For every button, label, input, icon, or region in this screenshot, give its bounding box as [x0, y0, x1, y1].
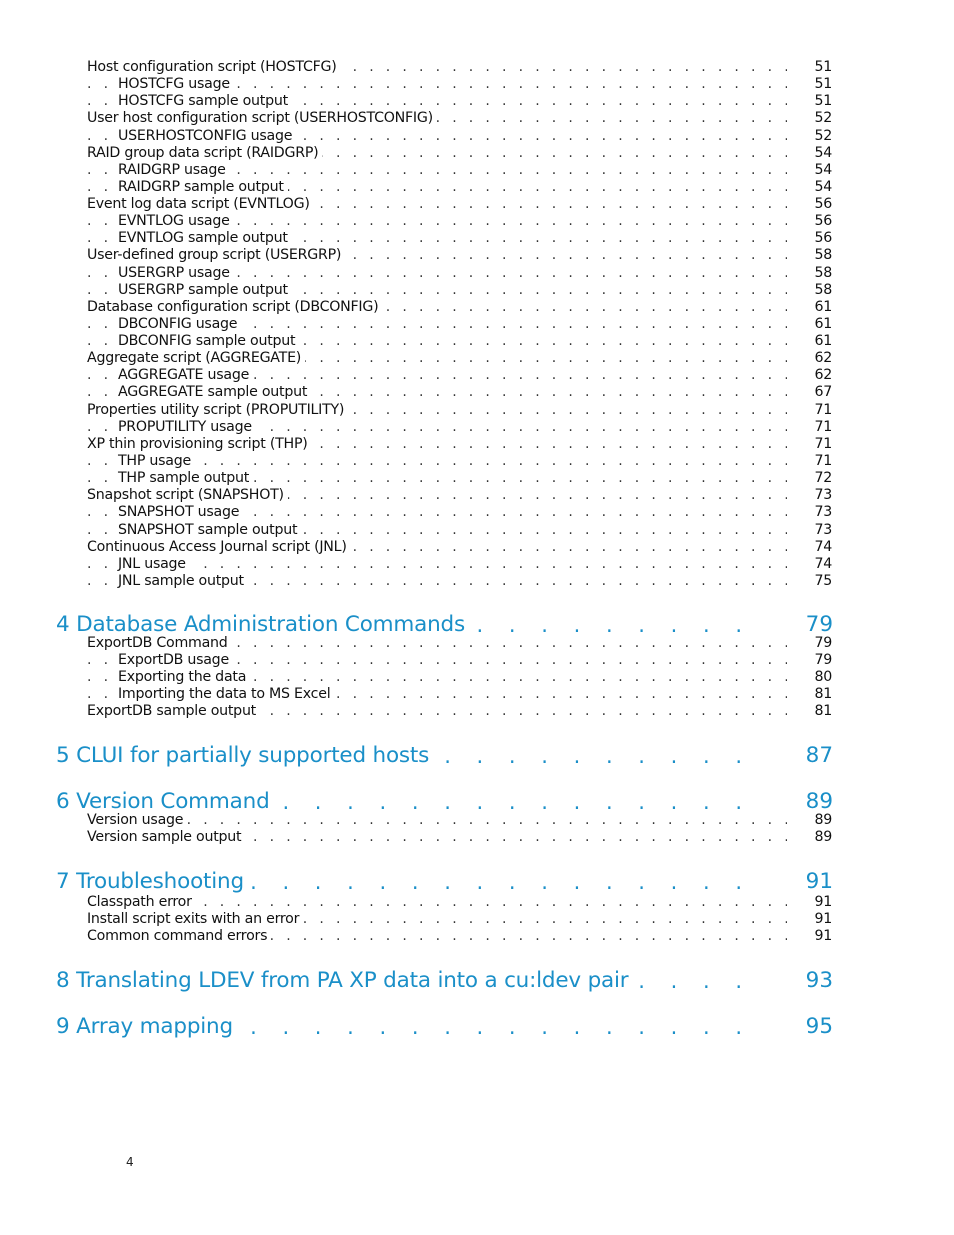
toc-entry-title[interactable]: Install script exits with an error — [87, 911, 304, 928]
toc-entry-page[interactable]: 80 — [792, 669, 832, 686]
toc-entry-title[interactable]: XP thin provisioning script (THP) — [87, 435, 312, 453]
toc-entry-title[interactable]: SNAPSHOT sample output — [118, 521, 302, 539]
toc-entry-page[interactable]: 54 — [792, 145, 832, 162]
toc-entry-page[interactable]: 91 — [792, 894, 832, 911]
toc-entry-title[interactable]: 7 Troubleshooting — [56, 869, 248, 895]
toc-entry-page[interactable]: 67 — [792, 384, 832, 401]
toc-entry-page[interactable]: 71 — [792, 436, 832, 453]
toc-entry-title[interactable]: Importing the data to MS Excel — [118, 686, 335, 703]
toc-entry-page[interactable]: 54 — [792, 179, 832, 196]
toc-entry-title[interactable]: Aggregate script (AGGREGATE) — [87, 350, 306, 368]
toc-entry-page[interactable]: 61 — [792, 316, 832, 333]
toc-entry-page[interactable]: 74 — [792, 556, 832, 573]
toc-entry-page[interactable]: 51 — [792, 59, 832, 76]
toc-entry-page[interactable]: 56 — [792, 213, 832, 230]
toc-entry-page[interactable]: 58 — [792, 282, 832, 299]
toc-entry-title[interactable]: ExportDB sample output — [87, 703, 260, 720]
toc-entry-title[interactable]: Exporting the data — [118, 669, 251, 686]
toc-entry-page[interactable]: 89 — [792, 812, 832, 829]
toc-entry-title[interactable]: 5 CLUI for partially supported hosts — [56, 743, 434, 769]
toc-entry-page[interactable]: 87 — [773, 743, 833, 769]
toc-entry-page[interactable]: 71 — [792, 453, 832, 470]
toc-entry-page[interactable]: 52 — [792, 110, 832, 127]
dot-leader: . . . . . . . . . . . . . . . . . . . . … — [87, 555, 787, 572]
toc-entry-title[interactable]: JNL usage — [118, 555, 190, 573]
toc-entry-page[interactable]: 91 — [773, 869, 833, 895]
toc-entry-title[interactable]: ExportDB usage — [118, 652, 233, 669]
toc-entry-title[interactable]: Host configuration script (HOSTCFG) — [87, 59, 341, 76]
toc-entry-title[interactable]: EVNTLOG sample output — [118, 230, 292, 248]
toc-entry-title[interactable]: Database configuration script (DBCONFIG) — [87, 298, 383, 316]
toc-entry-page[interactable]: 62 — [792, 367, 832, 384]
toc-entry-page[interactable]: 56 — [792, 230, 832, 247]
toc-entry-page[interactable]: 81 — [792, 703, 832, 720]
toc-entry-title[interactable]: Event log data script (EVNTLOG) — [87, 196, 314, 214]
toc-entry-page[interactable]: 73 — [792, 522, 832, 539]
toc-entry-page[interactable]: 95 — [773, 1014, 833, 1040]
toc-entry-title[interactable]: AGGREGATE usage — [118, 367, 254, 385]
toc-entry-title[interactable]: Version usage — [87, 812, 188, 829]
toc-entry-page[interactable]: 61 — [792, 333, 832, 350]
toc-entry-page[interactable]: 61 — [792, 299, 832, 316]
toc-entry-title[interactable]: JNL sample output — [118, 572, 248, 590]
toc-entry-title[interactable]: PROPUTILITY usage — [118, 418, 256, 436]
toc-entry-title[interactable]: USERHOSTCONFIG usage — [118, 127, 297, 145]
toc-entry-page[interactable]: 93 — [773, 968, 833, 994]
toc-entry-page[interactable]: 71 — [792, 419, 832, 436]
toc-entry-title[interactable]: HOSTCFG usage — [118, 76, 234, 94]
toc-entry-page[interactable]: 51 — [792, 93, 832, 110]
toc-entry-title[interactable]: ExportDB Command — [87, 635, 232, 652]
toc-entry-title[interactable]: USERGRP sample output — [118, 281, 292, 299]
toc-entry-page[interactable]: 91 — [792, 928, 832, 945]
toc-entry-page[interactable]: 72 — [792, 470, 832, 487]
toc-entry-page[interactable]: 89 — [792, 829, 832, 846]
toc-entry-page[interactable]: 62 — [792, 350, 832, 367]
toc-entry-title[interactable]: 9 Array mapping — [56, 1014, 237, 1040]
toc-entry-page[interactable]: 71 — [792, 402, 832, 419]
toc-entry-page[interactable]: 54 — [792, 162, 832, 179]
toc-entry-title[interactable]: Classpath error — [87, 894, 196, 911]
toc-entry-title[interactable]: EVNTLOG usage — [118, 213, 234, 231]
toc-entry-page[interactable]: 81 — [792, 686, 832, 703]
toc-entry-page[interactable]: 79 — [792, 635, 832, 652]
toc-entry-title[interactable]: RAIDGRP sample output — [118, 178, 288, 196]
toc-entry-title[interactable]: THP sample output — [118, 470, 254, 488]
toc-entry-page[interactable]: 73 — [792, 504, 832, 521]
toc-entry-page[interactable]: 51 — [792, 76, 832, 93]
toc-entry-title[interactable]: Version sample output — [87, 829, 246, 846]
toc-entry-title[interactable]: 8 Translating LDEV from PA XP data into … — [56, 968, 633, 994]
toc-entry-title[interactable]: Snapshot script (SNAPSHOT) — [87, 487, 288, 505]
page-number: 4 — [126, 1155, 134, 1169]
toc-entry-title[interactable]: RAID group data script (RAIDGRP) — [87, 144, 323, 162]
toc-entry-page[interactable]: 75 — [792, 573, 832, 590]
toc-entry-page[interactable]: 56 — [792, 196, 832, 213]
toc-entry-page[interactable]: 91 — [792, 911, 832, 928]
toc-entry-title[interactable]: DBCONFIG usage — [118, 315, 242, 333]
toc-entry-page[interactable]: 73 — [792, 487, 832, 504]
toc-entry-title[interactable]: RAIDGRP usage — [118, 161, 230, 179]
toc-entry-page[interactable]: 52 — [792, 128, 832, 145]
toc-entry-title[interactable]: DBCONFIG sample output — [118, 333, 300, 351]
toc-entry-title[interactable]: User host configuration script (USERHOST… — [87, 110, 437, 128]
toc-entry-page[interactable]: 58 — [792, 265, 832, 282]
toc-entry-page[interactable]: 58 — [792, 247, 832, 264]
toc-entry-title[interactable]: Continuous Access Journal script (JNL) — [87, 538, 351, 556]
toc-entry-title[interactable]: THP usage — [118, 452, 195, 470]
toc-entry-title[interactable]: AGGREGATE sample output — [118, 384, 312, 402]
toc-entry-title[interactable]: HOSTCFG sample output — [118, 93, 292, 111]
toc-entry-title[interactable]: SNAPSHOT usage — [118, 504, 244, 522]
toc-entry-page[interactable]: 79 — [792, 652, 832, 669]
toc-entry-title[interactable]: Properties utility script (PROPUTILITY) — [87, 401, 349, 419]
toc-entry-page[interactable]: 74 — [792, 539, 832, 556]
toc-entry-title[interactable]: USERGRP usage — [118, 264, 234, 282]
toc-entry-title[interactable]: User-defined group script (USERGRP) — [87, 247, 346, 265]
toc-entry-title[interactable]: Common command errors — [87, 928, 272, 945]
